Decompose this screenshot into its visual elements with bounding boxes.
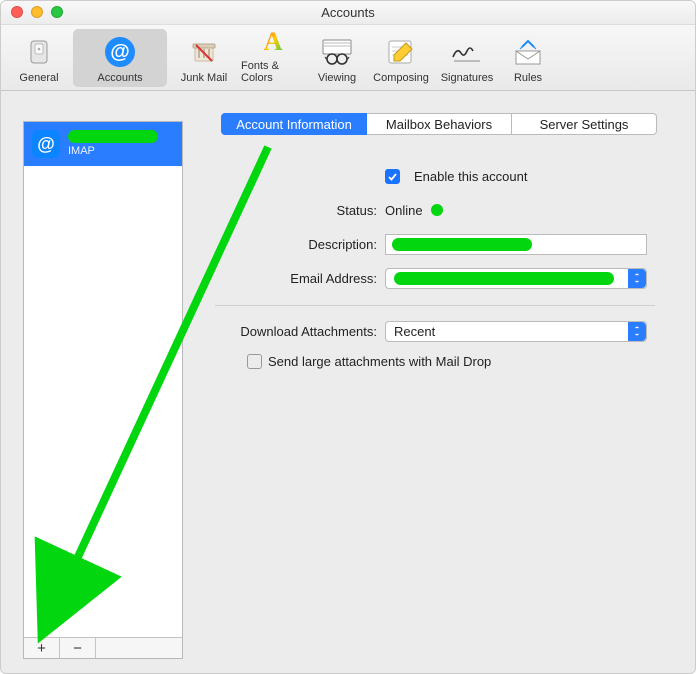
remove-account-button[interactable]: − [60,638,96,658]
add-account-button[interactable]: + [24,638,60,658]
tab-junk-mail[interactable]: Junk Mail [169,29,239,87]
account-type-label: IMAP [68,144,158,158]
description-field[interactable] [385,234,647,255]
download-attachments-value: Recent [394,324,435,339]
status-indicator-icon [431,204,443,216]
minimize-window-button[interactable] [31,6,43,18]
at-sign-icon: @ [102,34,138,70]
tab-mailbox-behaviors[interactable]: Mailbox Behaviors [367,113,512,135]
email-address-select[interactable] [385,268,647,289]
tab-fonts-colors[interactable]: A Fonts & Colors [241,29,305,87]
divider [215,305,655,306]
preferences-toolbar: General @ Accounts [1,25,695,91]
accounts-sidebar: @ IMAP + − [23,121,183,659]
close-window-button[interactable] [11,6,23,18]
tab-accounts[interactable]: @ Accounts [73,29,167,87]
tab-accounts-label: Accounts [97,72,142,84]
tab-composing-label: Composing [373,72,429,84]
compose-icon [383,34,419,70]
tab-general[interactable]: General [7,29,71,87]
at-sign-icon: @ [32,130,60,158]
window-title: Accounts [321,5,374,20]
trash-icon [186,34,222,70]
tab-composing[interactable]: Composing [369,29,433,87]
tab-general-label: General [19,72,58,84]
tab-server-settings[interactable]: Server Settings [512,113,657,135]
status-value: Online [385,203,423,218]
chevron-updown-icon [628,322,646,341]
tab-fonts-colors-label: Fonts & Colors [241,60,305,84]
email-label: Email Address: [211,271,385,286]
download-attachments-label: Download Attachments: [211,324,385,339]
svg-text:@: @ [110,41,130,63]
enable-account-checkbox[interactable] [385,169,400,184]
zoom-window-button[interactable] [51,6,63,18]
email-redacted [394,272,614,285]
tab-rules-label: Rules [514,72,542,84]
tab-signatures[interactable]: Signatures [435,29,499,87]
account-name-redacted [68,130,158,143]
download-attachments-select[interactable]: Recent [385,321,647,342]
tab-viewing-label: Viewing [318,72,356,84]
account-detail-pane: Account Information Mailbox Behaviors Se… [201,107,677,657]
description-redacted [392,238,532,251]
rules-icon [510,34,546,70]
signature-icon [449,34,485,70]
mail-drop-checkbox[interactable] [247,354,262,369]
switch-icon [21,34,57,70]
description-label: Description: [211,237,385,252]
tab-viewing[interactable]: Viewing [307,29,367,87]
accounts-list[interactable]: @ IMAP [24,122,182,637]
enable-account-label: Enable this account [414,169,527,184]
tab-account-information[interactable]: Account Information [221,113,367,135]
account-item[interactable]: @ IMAP [24,122,182,166]
tab-signatures-label: Signatures [441,72,494,84]
tab-rules[interactable]: Rules [501,29,555,87]
mail-drop-label: Send large attachments with Mail Drop [268,354,491,369]
titlebar: Accounts [1,1,695,25]
glasses-icon [319,34,355,70]
chevron-updown-icon [628,269,646,288]
status-label: Status: [211,203,385,218]
svg-text:A: A [264,27,283,56]
tab-junk-mail-label: Junk Mail [181,72,227,84]
fonts-colors-icon: A [255,26,291,58]
account-tabs: Account Information Mailbox Behaviors Se… [221,113,657,135]
accounts-list-toolbar: + − [24,637,182,659]
